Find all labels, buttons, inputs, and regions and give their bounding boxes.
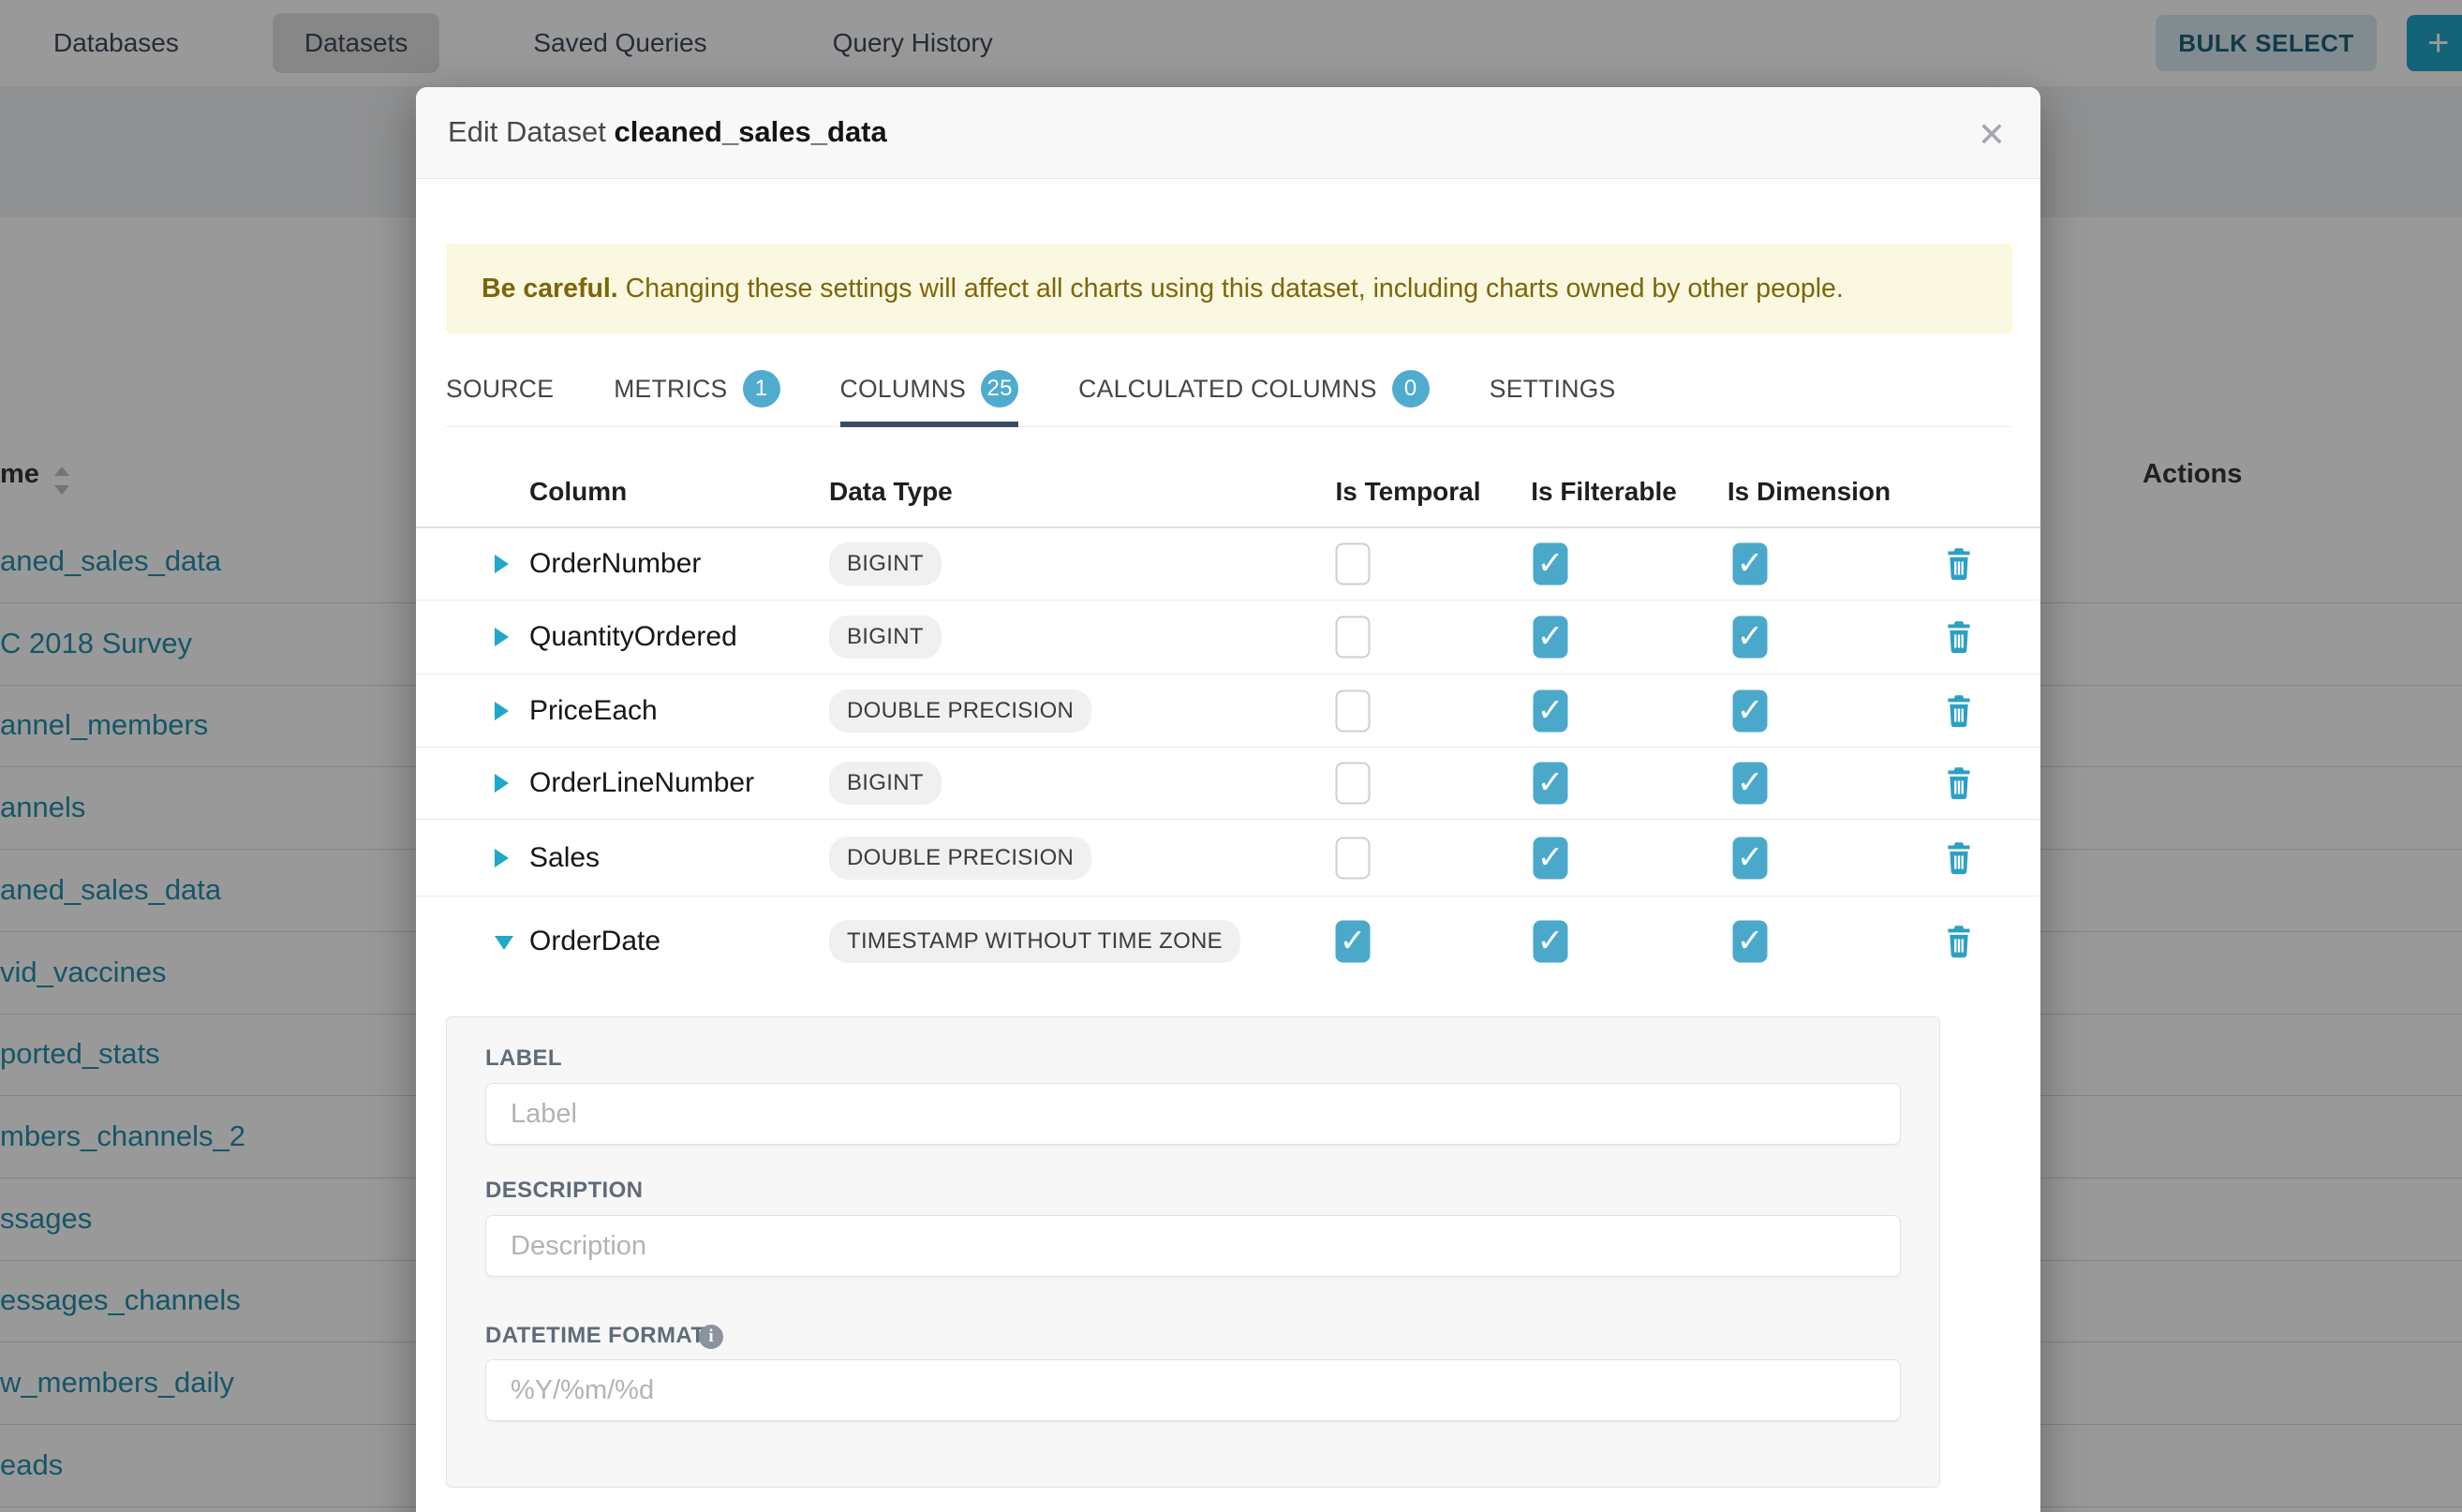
column-name: OrderDate bbox=[529, 926, 660, 957]
tab-label: COLUMNS bbox=[840, 375, 967, 404]
tab-count-badge: 25 bbox=[981, 370, 1018, 408]
is-filterable-checkbox[interactable] bbox=[1534, 763, 1568, 805]
tab-label: METRICS bbox=[614, 375, 727, 404]
tab-metrics[interactable]: METRICS 1 bbox=[614, 351, 779, 426]
column-row-ordernumber: OrderNumber BIGINT bbox=[416, 528, 2040, 600]
tab-source[interactable]: SOURCE bbox=[446, 351, 554, 426]
is-filterable-checkbox[interactable] bbox=[1534, 689, 1568, 732]
expand-caret-icon[interactable] bbox=[495, 702, 513, 720]
tab-calculated-columns[interactable]: CALCULATED COLUMNS 0 bbox=[1078, 351, 1430, 426]
modal-tabs: SOURCE METRICS 1 COLUMNS 25 CALCULATED COLUMN… bbox=[446, 351, 2010, 427]
tab-label: SOURCE bbox=[446, 375, 554, 404]
column-name: Sales bbox=[529, 842, 600, 874]
column-row-sales: Sales DOUBLE PRECISION bbox=[416, 820, 2040, 897]
column-name: QuantityOrdered bbox=[529, 621, 737, 653]
column-header-is-filterable: Is Filterable bbox=[1531, 477, 1677, 507]
column-name: PriceEach bbox=[529, 695, 658, 727]
delete-column-button[interactable] bbox=[1944, 766, 1974, 800]
data-type-pill: BIGINT bbox=[829, 762, 942, 805]
column-header-is-dimension: Is Dimension bbox=[1728, 477, 1891, 507]
is-temporal-checkbox[interactable] bbox=[1336, 543, 1371, 586]
column-editor-panel: LABEL DESCRIPTION DATETIME FORMAT i bbox=[446, 1016, 1940, 1488]
modal-dataset-name: cleaned_sales_data bbox=[615, 115, 887, 148]
column-row-orderdate: OrderDate TIMESTAMP WITHOUT TIME ZONE bbox=[416, 897, 2040, 986]
delete-column-button[interactable] bbox=[1944, 620, 1974, 654]
expand-caret-icon[interactable] bbox=[495, 849, 513, 867]
delete-column-button[interactable] bbox=[1944, 694, 1974, 728]
is-temporal-checkbox[interactable] bbox=[1336, 616, 1371, 659]
column-header-column: Column bbox=[529, 477, 627, 507]
trash-icon bbox=[1944, 620, 1974, 654]
description-heading: DESCRIPTION bbox=[485, 1178, 643, 1204]
is-filterable-checkbox[interactable] bbox=[1534, 616, 1568, 659]
delete-column-button[interactable] bbox=[1944, 547, 1974, 581]
data-type-pill: BIGINT bbox=[829, 542, 942, 586]
tab-label: CALCULATED COLUMNS bbox=[1078, 375, 1377, 404]
is-dimension-checkbox[interactable] bbox=[1733, 543, 1768, 586]
is-filterable-checkbox[interactable] bbox=[1534, 837, 1568, 879]
columns-table-rows: OrderNumber BIGINT QuantityOrdered BIGINT Pr… bbox=[416, 526, 2040, 986]
modal-header: Edit Dataset cleaned_sales_data ✕ bbox=[416, 87, 2040, 179]
column-row-priceeach: PriceEach DOUBLE PRECISION bbox=[416, 674, 2040, 748]
tab-count-badge: 1 bbox=[743, 370, 780, 408]
edit-dataset-modal: Edit Dataset cleaned_sales_data ✕ Be car… bbox=[416, 87, 2040, 1512]
is-temporal-checkbox[interactable] bbox=[1336, 763, 1371, 805]
column-header-data-type: Data Type bbox=[829, 477, 953, 507]
datetime-format-input[interactable] bbox=[485, 1359, 1901, 1421]
datetime-format-heading: DATETIME FORMAT bbox=[485, 1323, 704, 1349]
is-dimension-checkbox[interactable] bbox=[1733, 616, 1768, 659]
warning-banner: Be careful. Changing these settings will… bbox=[446, 244, 2012, 334]
collapse-caret-icon[interactable] bbox=[495, 932, 513, 951]
trash-icon bbox=[1944, 547, 1974, 581]
trash-icon bbox=[1944, 766, 1974, 800]
delete-column-button[interactable] bbox=[1944, 925, 1974, 958]
label-heading: LABEL bbox=[485, 1045, 562, 1072]
is-filterable-checkbox[interactable] bbox=[1534, 920, 1568, 962]
is-temporal-checkbox[interactable] bbox=[1336, 689, 1371, 732]
caret-down-icon bbox=[495, 936, 513, 950]
modal-title: Edit Dataset cleaned_sales_data bbox=[448, 115, 887, 149]
tab-label: SETTINGS bbox=[1490, 375, 1616, 404]
data-type-pill: TIMESTAMP WITHOUT TIME ZONE bbox=[829, 920, 1240, 963]
is-dimension-checkbox[interactable] bbox=[1733, 920, 1768, 962]
trash-icon bbox=[1944, 694, 1974, 728]
tab-settings[interactable]: SETTINGS bbox=[1490, 351, 1616, 426]
column-header-is-temporal: Is Temporal bbox=[1335, 477, 1480, 507]
tab-columns[interactable]: COLUMNS 25 bbox=[840, 351, 1019, 426]
expand-caret-icon[interactable] bbox=[495, 555, 513, 573]
description-input[interactable] bbox=[485, 1215, 1901, 1277]
caret-right-icon bbox=[495, 774, 509, 793]
trash-icon bbox=[1944, 841, 1974, 875]
data-type-pill: DOUBLE PRECISION bbox=[829, 689, 1091, 733]
screen: DatabasesDatasetsSaved QueriesQuery Hist… bbox=[0, 0, 2462, 1512]
column-name: OrderNumber bbox=[529, 548, 701, 580]
data-type-pill: DOUBLE PRECISION bbox=[829, 837, 1091, 880]
is-dimension-checkbox[interactable] bbox=[1733, 763, 1768, 805]
data-type-pill: BIGINT bbox=[829, 615, 942, 659]
column-row-orderlinenumber: OrderLineNumber BIGINT bbox=[416, 748, 2040, 820]
column-name: OrderLineNumber bbox=[529, 767, 754, 799]
caret-right-icon bbox=[495, 628, 509, 646]
expand-caret-icon[interactable] bbox=[495, 628, 513, 646]
modal-title-prefix: Edit Dataset bbox=[448, 115, 606, 148]
column-row-quantityordered: QuantityOrdered BIGINT bbox=[416, 600, 2040, 674]
is-temporal-checkbox[interactable] bbox=[1336, 920, 1371, 962]
warning-text: Be careful. Changing these settings will… bbox=[482, 274, 1844, 304]
is-filterable-checkbox[interactable] bbox=[1534, 543, 1568, 586]
expand-caret-icon[interactable] bbox=[495, 774, 513, 793]
delete-column-button[interactable] bbox=[1944, 841, 1974, 875]
tab-count-badge: 0 bbox=[1392, 370, 1430, 408]
is-dimension-checkbox[interactable] bbox=[1733, 689, 1768, 732]
label-input[interactable] bbox=[485, 1083, 1901, 1145]
caret-right-icon bbox=[495, 555, 509, 573]
trash-icon bbox=[1944, 925, 1974, 958]
close-icon[interactable]: ✕ bbox=[1969, 111, 2014, 156]
is-dimension-checkbox[interactable] bbox=[1733, 837, 1768, 879]
is-temporal-checkbox[interactable] bbox=[1336, 837, 1371, 879]
info-icon[interactable]: i bbox=[699, 1325, 723, 1349]
caret-right-icon bbox=[495, 702, 509, 720]
caret-right-icon bbox=[495, 849, 509, 867]
